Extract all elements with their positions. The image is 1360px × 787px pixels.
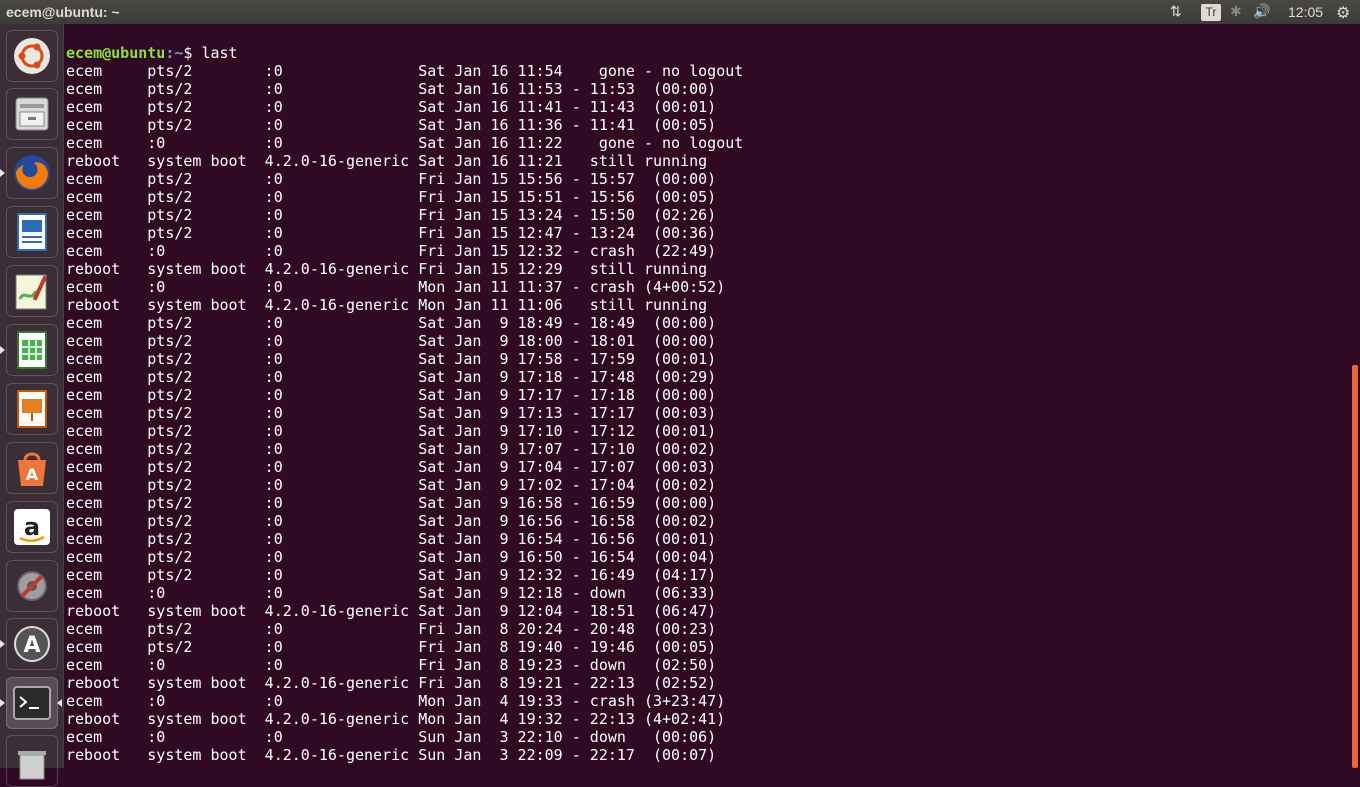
network-icon[interactable]: ⇅ <box>1170 3 1182 21</box>
terminal-line: ecem :0 :0 Sat Jan 9 12:18 - down (06:33… <box>66 584 717 602</box>
terminal-line: ecem pts/2 :0 Sat Jan 9 17:17 - 17:18 (0… <box>66 386 717 404</box>
prompt-path: :~ <box>165 44 184 62</box>
terminal-line: ecem pts/2 :0 Sat Jan 9 17:04 - 17:07 (0… <box>66 458 717 476</box>
prompt-line: ecem@ubuntu:~$ last <box>66 44 1350 62</box>
trash-launcher-button[interactable] <box>6 735 58 787</box>
terminal-line: ecem pts/2 :0 Sat Jan 9 17:13 - 17:17 (0… <box>66 404 717 422</box>
svg-text:A: A <box>23 633 40 658</box>
terminal-line: ecem pts/2 :0 Sat Jan 9 18:00 - 18:01 (0… <box>66 332 717 350</box>
focused-indicator <box>57 699 62 707</box>
terminal-line: ecem :0 :0 Mon Jan 4 19:33 - crash (3+23… <box>66 692 726 710</box>
system-settings-launcher-button[interactable] <box>6 560 58 612</box>
trash-icon <box>18 751 46 780</box>
amazon-icon: a <box>14 509 50 545</box>
launcher: Aa A <box>0 24 64 787</box>
prompt-symbol: $ <box>183 44 202 62</box>
prompt-user: ecem@ubuntu <box>66 44 166 62</box>
terminal-line: reboot system boot 4.2.0-16-generic Mon … <box>66 710 726 728</box>
terminal-icon <box>13 686 51 720</box>
svg-text:A: A <box>26 465 39 484</box>
terminal-output: ecem pts/2 :0 Sat Jan 16 11:54 gone - no… <box>66 62 1350 764</box>
terminal-line: reboot system boot 4.2.0-16-generic Mon … <box>66 296 708 314</box>
firefox-launcher-button[interactable] <box>6 147 58 199</box>
ubuntu-dash-icon <box>14 38 50 74</box>
software-updater-launcher-button[interactable]: A <box>6 618 58 670</box>
gedit-icon <box>15 274 48 310</box>
terminal-line: reboot system boot 4.2.0-16-generic Sat … <box>66 602 717 620</box>
top-panel: ecem@ubuntu: ~ ⇅ Tr ✱ 🔊 12:05 ⚙ <box>0 0 1360 24</box>
libreoffice-writer-icon <box>17 213 47 251</box>
terminal-line: reboot system boot 4.2.0-16-generic Sat … <box>66 152 708 170</box>
prompt-command: last <box>201 44 238 62</box>
system-settings-icon <box>17 571 47 601</box>
terminal-line: reboot system boot 4.2.0-16-generic Fri … <box>66 674 717 692</box>
terminal-line: ecem pts/2 :0 Sat Jan 9 12:32 - 16:49 (0… <box>66 566 717 584</box>
terminal-line: ecem pts/2 :0 Sat Jan 9 17:18 - 17:48 (0… <box>66 368 717 386</box>
running-indicator <box>0 169 5 177</box>
ubuntu-dash-launcher-button[interactable] <box>6 30 58 82</box>
terminal-line: ecem pts/2 :0 Sat Jan 9 18:49 - 18:49 (0… <box>66 314 717 332</box>
terminal-line: reboot system boot 4.2.0-16-generic Fri … <box>66 260 708 278</box>
terminal-launcher-button[interactable] <box>6 677 58 729</box>
terminal-line: ecem pts/2 :0 Sat Jan 9 17:07 - 17:10 (0… <box>66 440 717 458</box>
terminal-line: ecem pts/2 :0 Sat Jan 9 17:10 - 17:12 (0… <box>66 422 717 440</box>
svg-text:a: a <box>24 513 40 541</box>
terminal-line: ecem pts/2 :0 Sat Jan 16 11:36 - 11:41 (… <box>66 116 717 134</box>
terminal-line: reboot system boot 4.2.0-16-generic Sun … <box>66 746 717 764</box>
volume-icon[interactable]: 🔊 <box>1253 3 1270 21</box>
libreoffice-impress-icon <box>17 390 47 428</box>
terminal-line: ecem pts/2 :0 Sat Jan 9 16:50 - 16:54 (0… <box>66 548 717 566</box>
amazon-launcher-button[interactable]: a <box>6 501 58 553</box>
terminal-line: ecem :0 :0 Sun Jan 3 22:10 - down (00:06… <box>66 728 717 746</box>
files-icon <box>15 97 49 131</box>
window-title: ecem@ubuntu: ~ <box>6 4 120 20</box>
running-indicator <box>0 346 5 354</box>
keyboard-layout-icon[interactable]: Tr <box>1201 4 1221 21</box>
terminal-line: ecem pts/2 :0 Sat Jan 9 16:58 - 16:59 (0… <box>66 494 717 512</box>
terminal-line: ecem pts/2 :0 Sat Jan 9 16:56 - 16:58 (0… <box>66 512 717 530</box>
libreoffice-calc-launcher-button[interactable] <box>6 324 58 376</box>
terminal-line: ecem pts/2 :0 Sat Jan 16 11:54 gone - no… <box>66 62 744 80</box>
bluetooth-icon[interactable]: ✱ <box>1230 3 1242 21</box>
terminal-line: ecem :0 :0 Mon Jan 11 11:37 - crash (4+0… <box>66 278 726 296</box>
clock[interactable]: 12:05 <box>1288 4 1323 22</box>
terminal-line: ecem pts/2 :0 Fri Jan 15 15:51 - 15:56 (… <box>66 188 717 206</box>
terminal-line: ecem :0 :0 Fri Jan 15 12:32 - crash (22:… <box>66 242 717 260</box>
libreoffice-impress-launcher-button[interactable] <box>6 383 58 435</box>
terminal-window[interactable]: ecem@ubuntu:~$ last ecem pts/2 :0 Sat Ja… <box>65 24 1350 768</box>
terminal-line: ecem pts/2 :0 Sat Jan 9 17:58 - 17:59 (0… <box>66 350 717 368</box>
ubuntu-software-icon: A <box>18 452 46 486</box>
terminal-line: ecem pts/2 :0 Sat Jan 9 16:54 - 16:56 (0… <box>66 530 717 548</box>
session-gear-icon[interactable]: ⚙ <box>1336 3 1350 22</box>
firefox-icon <box>14 155 50 191</box>
running-indicator <box>0 699 5 707</box>
terminal-line: ecem pts/2 :0 Fri Jan 15 13:24 - 15:50 (… <box>66 206 717 224</box>
gedit-launcher-button[interactable] <box>6 265 58 317</box>
libreoffice-calc-icon <box>17 331 47 369</box>
scrollbar-thumb[interactable] <box>1352 365 1358 768</box>
terminal-line: ecem :0 :0 Fri Jan 8 19:23 - down (02:50… <box>66 656 717 674</box>
terminal-line: ecem pts/2 :0 Sat Jan 16 11:41 - 11:43 (… <box>66 98 717 116</box>
terminal-line: ecem pts/2 :0 Fri Jan 15 15:56 - 15:57 (… <box>66 170 717 188</box>
terminal-line: ecem pts/2 :0 Sat Jan 9 17:02 - 17:04 (0… <box>66 476 717 494</box>
terminal-line: ecem pts/2 :0 Fri Jan 15 12:47 - 13:24 (… <box>66 224 717 242</box>
software-updater-icon: A <box>14 626 50 662</box>
files-launcher-button[interactable] <box>6 88 58 140</box>
terminal-line: ecem pts/2 :0 Sat Jan 16 11:53 - 11:53 (… <box>66 80 717 98</box>
terminal-line: ecem pts/2 :0 Fri Jan 8 19:40 - 19:46 (0… <box>66 638 717 656</box>
libreoffice-writer-launcher-button[interactable] <box>6 206 58 258</box>
terminal-line: ecem :0 :0 Sat Jan 16 11:22 gone - no lo… <box>66 134 744 152</box>
terminal-line: ecem pts/2 :0 Fri Jan 8 20:24 - 20:48 (0… <box>66 620 717 638</box>
ubuntu-software-launcher-button[interactable]: A <box>6 442 58 494</box>
running-indicator <box>0 640 5 648</box>
